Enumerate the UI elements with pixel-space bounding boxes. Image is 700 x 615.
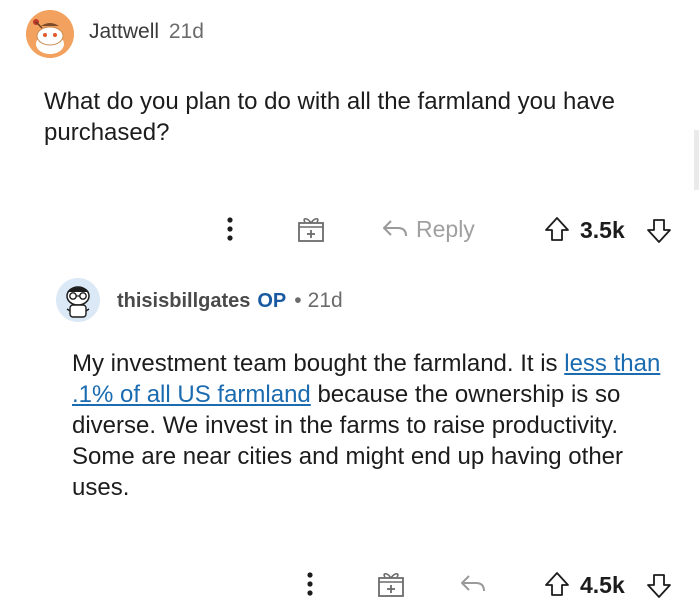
reply-button[interactable]: Reply xyxy=(380,214,475,244)
vote-score: 3.5k xyxy=(580,217,625,243)
upvote-arrow-icon xyxy=(545,217,569,241)
gift-icon xyxy=(298,217,324,242)
vote-score: 4.5k xyxy=(580,572,625,598)
downvote-button[interactable] xyxy=(644,216,674,246)
comment-header: Jattwell 21d xyxy=(89,20,204,44)
avatar[interactable] xyxy=(56,278,100,322)
downvote-arrow-icon xyxy=(647,574,671,598)
upvote-button[interactable] xyxy=(542,569,572,599)
op-badge: OP xyxy=(257,290,287,312)
reply-arrow-icon xyxy=(383,220,407,237)
timestamp: 21d xyxy=(307,289,343,312)
gift-icon xyxy=(378,572,404,597)
username[interactable]: thisisbillgates xyxy=(117,290,250,313)
username[interactable]: Jattwell xyxy=(89,20,159,43)
downvote-arrow-icon xyxy=(647,219,671,243)
more-options-button[interactable] xyxy=(222,214,238,244)
downvote-button[interactable] xyxy=(644,571,674,601)
upvote-button[interactable] xyxy=(542,214,572,244)
award-button[interactable] xyxy=(296,214,326,244)
reply-button[interactable] xyxy=(458,572,488,596)
separator: • xyxy=(294,289,302,312)
avatar[interactable] xyxy=(26,10,74,58)
reply-label: Reply xyxy=(416,215,475,242)
snoo-avatar-icon xyxy=(56,278,100,322)
comment-body: What do you plan to do with all the farm… xyxy=(44,88,616,146)
more-options-button[interactable] xyxy=(302,569,318,599)
timestamp: 21d xyxy=(168,20,204,43)
upvote-arrow-icon xyxy=(545,572,569,596)
scrollbar[interactable] xyxy=(694,130,699,190)
reply-arrow-icon xyxy=(461,575,485,592)
more-vertical-icon xyxy=(227,217,233,241)
snoo-avatar-icon xyxy=(26,10,74,58)
more-vertical-icon xyxy=(307,572,313,596)
comment-body: My investment team bought the farmland. … xyxy=(72,348,672,503)
body-text-part1: My investment team bought the farmland. … xyxy=(72,350,565,377)
award-button[interactable] xyxy=(376,569,406,599)
comment-header: thisisbillgates OP • 21d xyxy=(117,289,343,313)
